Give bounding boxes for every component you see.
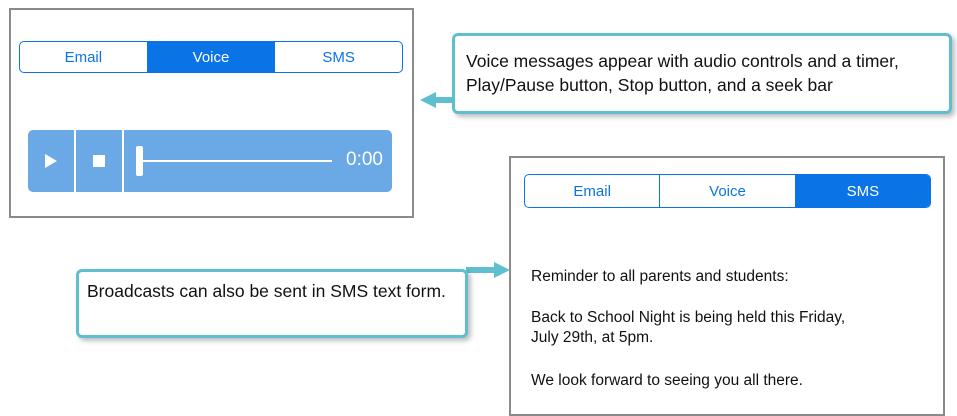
channel-segmented-control: Email Voice SMS (19, 41, 403, 73)
tab-voice[interactable]: Voice (147, 42, 276, 72)
timer-label: 0:00 (346, 149, 383, 170)
sms-screenshot-panel: Email Voice SMS Reminder to all parents … (509, 156, 945, 416)
seek-track (140, 160, 332, 162)
play-icon (45, 154, 57, 168)
stop-icon (93, 155, 105, 167)
audio-player: 0:00 (28, 130, 392, 192)
sms-message-line: Back to School Night is being held this … (531, 309, 846, 346)
tab-voice[interactable]: Voice (660, 175, 796, 207)
voice-callout: Voice messages appear with audio control… (452, 33, 952, 114)
sms-callout-arrow (494, 262, 510, 278)
tab-email[interactable]: Email (20, 42, 148, 72)
tab-sms[interactable]: SMS (795, 175, 930, 207)
voice-callout-text: Voice messages appear with audio control… (466, 51, 899, 95)
sms-callout: Broadcasts can also be sent in SMS text … (76, 269, 468, 338)
stop-button[interactable] (76, 130, 124, 192)
channel-segmented-control: Email Voice SMS (524, 174, 931, 208)
play-pause-button[interactable] (28, 130, 76, 192)
tab-sms[interactable]: SMS (275, 42, 402, 72)
tab-email[interactable]: Email (525, 175, 661, 207)
voice-callout-arrow (420, 92, 436, 108)
voice-screenshot-panel: Email Voice SMS 0:00 (9, 8, 414, 218)
sms-message-line: We look forward to seeing you all there. (531, 372, 803, 389)
seek-bar[interactable]: 0:00 (124, 130, 392, 192)
sms-callout-text: Broadcasts can also be sent in SMS text … (87, 281, 446, 301)
seek-thumb[interactable] (136, 146, 143, 176)
sms-message-line: Reminder to all parents and students: (531, 268, 789, 285)
sms-callout-arrow-stem (466, 267, 496, 273)
